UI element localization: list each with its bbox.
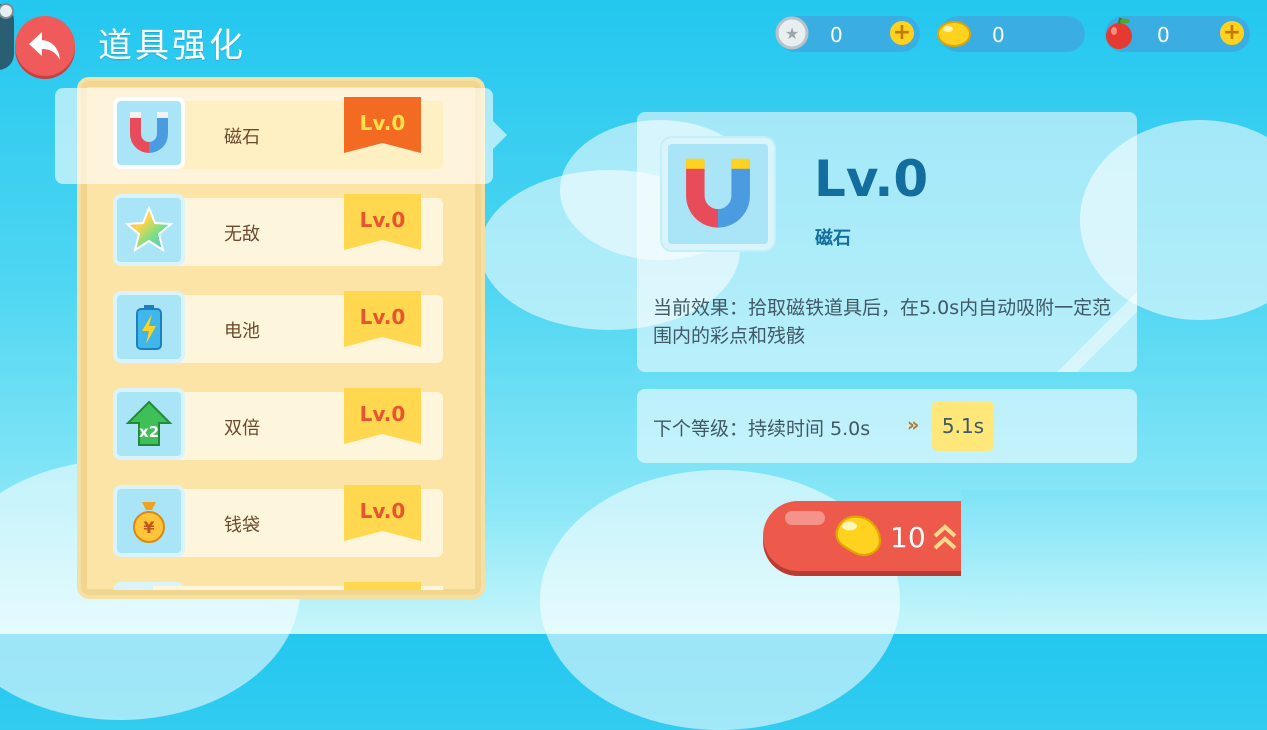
- item-row-money-bag[interactable]: ¥ 钱袋 Lv.0: [113, 485, 443, 557]
- next-level-value: 5.1s: [932, 401, 994, 451]
- battery-icon: [136, 305, 162, 350]
- apple-icon: [1106, 17, 1132, 49]
- lower-right-background: [961, 490, 1267, 634]
- item-level: Lv.0: [359, 402, 406, 426]
- svg-text:x2: x2: [139, 423, 159, 441]
- back-button[interactable]: [15, 16, 75, 76]
- item-name: 磁石: [224, 127, 260, 148]
- apple-count: 0: [1157, 23, 1170, 47]
- money-bag-icon: ¥: [133, 502, 165, 543]
- jellybean-bar: 0: [937, 16, 1085, 52]
- current-effect-text: 当前效果：拾取磁铁道具后，在5.0s内自动吸附一定范围内的彩点和残骸: [653, 297, 1112, 347]
- selection-pointer: [493, 121, 507, 149]
- jellybean-icon: [835, 515, 881, 557]
- item-name: 钱袋: [224, 515, 260, 536]
- item-row-magnet[interactable]: 磁石 Lv.0: [113, 97, 443, 169]
- item-name: 电池: [224, 321, 260, 342]
- magnet-icon: [130, 112, 168, 153]
- item-row-battery[interactable]: 电池 Lv.0: [113, 291, 443, 363]
- detail-level: Lv.0: [814, 150, 929, 208]
- level-badge: Lv.0: [344, 291, 421, 347]
- silver-coin-icon: ★: [775, 16, 809, 50]
- detail-item-name: 磁石: [815, 228, 851, 249]
- double-chevron-right-icon: »: [907, 414, 919, 436]
- silver-coin-count: 0: [830, 23, 843, 47]
- item-name: 无敌: [224, 224, 260, 245]
- apple-bar: 0 +: [1105, 16, 1250, 52]
- item-icon-box: ¥: [113, 485, 185, 557]
- level-badge: Lv.0: [344, 388, 421, 444]
- button-shine: [785, 511, 825, 525]
- item-icon-box: [113, 97, 185, 169]
- item-level: Lv.0: [359, 208, 406, 232]
- svg-text:★: ★: [785, 24, 799, 43]
- upgrade-cost: 10: [890, 521, 926, 554]
- svg-text:¥: ¥: [143, 518, 154, 537]
- add-apple-button[interactable]: +: [1220, 21, 1244, 45]
- next-level-label: 下个等级：持续时间 5.0s: [653, 418, 871, 440]
- item-row-partial[interactable]: [113, 582, 443, 590]
- level-badge: [344, 582, 421, 590]
- item-icon-box: [113, 291, 185, 363]
- item-level: Lv.0: [359, 305, 406, 329]
- add-silver-coin-button[interactable]: +: [890, 21, 914, 45]
- level-badge: Lv.0: [344, 194, 421, 250]
- page-title: 道具强化: [98, 26, 246, 66]
- level-badge: Lv.0: [344, 485, 421, 541]
- item-row-double[interactable]: x2 双倍 Lv.0: [113, 388, 443, 460]
- jellybean-count: 0: [992, 23, 1005, 47]
- double-arrow-x2-icon: x2: [125, 400, 173, 446]
- jellybean-icon: [937, 21, 971, 47]
- level-badge: Lv.0: [344, 97, 421, 153]
- item-icon-box: [113, 194, 185, 266]
- back-arrow-icon: [29, 32, 60, 60]
- item-icon-box: x2: [113, 388, 185, 460]
- item-level: Lv.0: [359, 499, 406, 523]
- magnet-icon: [686, 158, 750, 228]
- double-chevron-up-icon: [933, 524, 957, 550]
- item-row-invincible[interactable]: 无敌 Lv.0: [113, 194, 443, 266]
- item-name: 双倍: [224, 418, 260, 439]
- silver-coin-bar: ★ 0 +: [775, 16, 920, 52]
- detail-icon-box: [662, 138, 774, 250]
- item-level: Lv.0: [359, 111, 406, 135]
- rainbow-star-icon: [124, 205, 174, 253]
